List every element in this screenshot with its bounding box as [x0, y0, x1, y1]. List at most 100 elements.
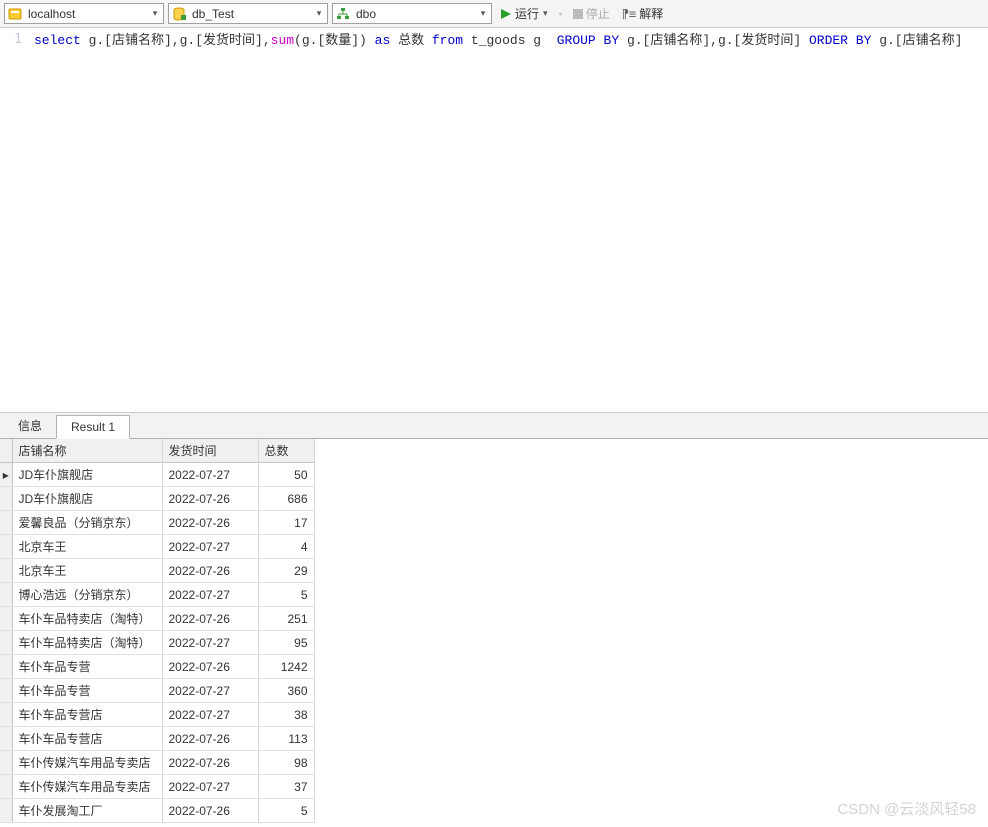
tab-result-1[interactable]: Result 1	[56, 415, 130, 439]
play-icon	[500, 8, 512, 20]
row-marker	[0, 799, 12, 823]
cell-shop[interactable]: 车仆车品专营店	[12, 727, 162, 751]
row-marker-header	[0, 439, 12, 463]
cell-shop[interactable]: 博心浩远（分销京东）	[12, 583, 162, 607]
cell-date[interactable]: 2022-07-27	[162, 535, 258, 559]
chevron-down-icon: ▾	[542, 8, 549, 19]
line-number: 1	[0, 32, 22, 47]
table-row[interactable]: 北京车王2022-07-274	[0, 535, 314, 559]
cell-date[interactable]: 2022-07-27	[162, 679, 258, 703]
server-icon	[6, 5, 24, 23]
table-row[interactable]: 车仆车品专营2022-07-261242	[0, 655, 314, 679]
header-row: 店铺名称 发货时间 总数	[0, 439, 314, 463]
table-row[interactable]: 车仆车品特卖店（淘特）2022-07-2795	[0, 631, 314, 655]
cell-total[interactable]: 4	[258, 535, 314, 559]
table-row[interactable]: 车仆传媒汽车用品专卖店2022-07-2698	[0, 751, 314, 775]
schema-dropdown[interactable]: dbo ▾	[332, 3, 492, 24]
cell-total[interactable]: 5	[258, 583, 314, 607]
cell-shop[interactable]: 爱馨良品（分销京东）	[12, 511, 162, 535]
run-label: 运行	[515, 5, 539, 22]
cell-date[interactable]: 2022-07-26	[162, 799, 258, 823]
row-marker	[0, 751, 12, 775]
sql-editor[interactable]: 1 select g.[店铺名称],g.[发货时间],sum(g.[数量]) a…	[0, 28, 988, 413]
cell-shop[interactable]: JD车仆旗舰店	[12, 463, 162, 487]
table-row[interactable]: 北京车王2022-07-2629	[0, 559, 314, 583]
cell-shop[interactable]: 车仆传媒汽车用品专卖店	[12, 775, 162, 799]
cell-date[interactable]: 2022-07-26	[162, 559, 258, 583]
cell-date[interactable]: 2022-07-27	[162, 631, 258, 655]
row-marker	[0, 775, 12, 799]
cell-date[interactable]: 2022-07-26	[162, 487, 258, 511]
table-row[interactable]: 爱馨良品（分销京东）2022-07-2617	[0, 511, 314, 535]
cell-shop[interactable]: 车仆车品专营	[12, 679, 162, 703]
cell-date[interactable]: 2022-07-27	[162, 463, 258, 487]
cell-date[interactable]: 2022-07-26	[162, 607, 258, 631]
table-row[interactable]: 车仆车品专营店2022-07-26113	[0, 727, 314, 751]
tab-info[interactable]: 信息	[4, 413, 56, 438]
row-marker	[0, 511, 12, 535]
col-header-date[interactable]: 发货时间	[162, 439, 258, 463]
table-row[interactable]: 车仆车品专营店2022-07-2738	[0, 703, 314, 727]
cell-total[interactable]: 1242	[258, 655, 314, 679]
col-header-total[interactable]: 总数	[258, 439, 314, 463]
table-row[interactable]: 车仆传媒汽车用品专卖店2022-07-2737	[0, 775, 314, 799]
table-row[interactable]: 车仆车品专营2022-07-27360	[0, 679, 314, 703]
cell-shop[interactable]: 车仆车品特卖店（淘特）	[12, 631, 162, 655]
cell-total[interactable]: 686	[258, 487, 314, 511]
explain-button[interactable]: ⁋≡ 解释	[618, 3, 667, 24]
row-marker	[0, 487, 12, 511]
cell-shop[interactable]: 车仆传媒汽车用品专卖店	[12, 751, 162, 775]
cell-total[interactable]: 29	[258, 559, 314, 583]
database-dropdown[interactable]: db_Test ▾	[168, 3, 328, 24]
run-button[interactable]: 运行 ▾	[496, 3, 553, 24]
result-grid[interactable]: 店铺名称 发货时间 总数 ▸JD车仆旗舰店2022-07-2750JD车仆旗舰店…	[0, 439, 315, 823]
cell-total[interactable]: 113	[258, 727, 314, 751]
separator: •	[557, 7, 565, 21]
database-label: db_Test	[188, 7, 311, 21]
cell-shop[interactable]: 车仆车品专营	[12, 655, 162, 679]
cell-shop[interactable]: JD车仆旗舰店	[12, 487, 162, 511]
cell-shop[interactable]: 车仆车品特卖店（淘特）	[12, 607, 162, 631]
chevron-down-icon: ▾	[147, 8, 163, 19]
cell-total[interactable]: 98	[258, 751, 314, 775]
col-header-shop[interactable]: 店铺名称	[12, 439, 162, 463]
explain-icon: ⁋≡	[622, 7, 636, 21]
row-marker	[0, 559, 12, 583]
server-dropdown[interactable]: localhost ▾	[4, 3, 164, 24]
toolbar: localhost ▾ db_Test ▾ dbo ▾ 运行 ▾ • 停止 ⁋≡…	[0, 0, 988, 28]
server-label: localhost	[24, 7, 147, 21]
cell-total[interactable]: 5	[258, 799, 314, 823]
row-marker	[0, 607, 12, 631]
cell-date[interactable]: 2022-07-26	[162, 511, 258, 535]
cell-shop[interactable]: 北京车王	[12, 559, 162, 583]
cell-total[interactable]: 17	[258, 511, 314, 535]
cell-date[interactable]: 2022-07-27	[162, 775, 258, 799]
cell-total[interactable]: 37	[258, 775, 314, 799]
table-row[interactable]: JD车仆旗舰店2022-07-26686	[0, 487, 314, 511]
cell-date[interactable]: 2022-07-27	[162, 583, 258, 607]
cell-date[interactable]: 2022-07-27	[162, 703, 258, 727]
row-marker	[0, 583, 12, 607]
cell-total[interactable]: 38	[258, 703, 314, 727]
explain-label: 解释	[639, 5, 663, 22]
cell-shop[interactable]: 北京车王	[12, 535, 162, 559]
line-gutter: 1	[0, 28, 30, 412]
database-icon	[170, 5, 188, 23]
table-row[interactable]: 车仆发展淘工厂2022-07-265	[0, 799, 314, 823]
row-marker	[0, 727, 12, 751]
cell-date[interactable]: 2022-07-26	[162, 655, 258, 679]
table-row[interactable]: ▸JD车仆旗舰店2022-07-2750	[0, 463, 314, 487]
cell-shop[interactable]: 车仆车品专营店	[12, 703, 162, 727]
cell-date[interactable]: 2022-07-26	[162, 727, 258, 751]
stop-button[interactable]: 停止	[569, 3, 614, 24]
cell-date[interactable]: 2022-07-26	[162, 751, 258, 775]
table-row[interactable]: 车仆车品特卖店（淘特）2022-07-26251	[0, 607, 314, 631]
table-row[interactable]: 博心浩远（分销京东）2022-07-275	[0, 583, 314, 607]
cell-total[interactable]: 360	[258, 679, 314, 703]
cell-total[interactable]: 50	[258, 463, 314, 487]
code-content[interactable]: select g.[店铺名称],g.[发货时间],sum(g.[数量]) as …	[30, 28, 988, 412]
stop-icon	[573, 9, 583, 19]
cell-total[interactable]: 95	[258, 631, 314, 655]
cell-shop[interactable]: 车仆发展淘工厂	[12, 799, 162, 823]
cell-total[interactable]: 251	[258, 607, 314, 631]
